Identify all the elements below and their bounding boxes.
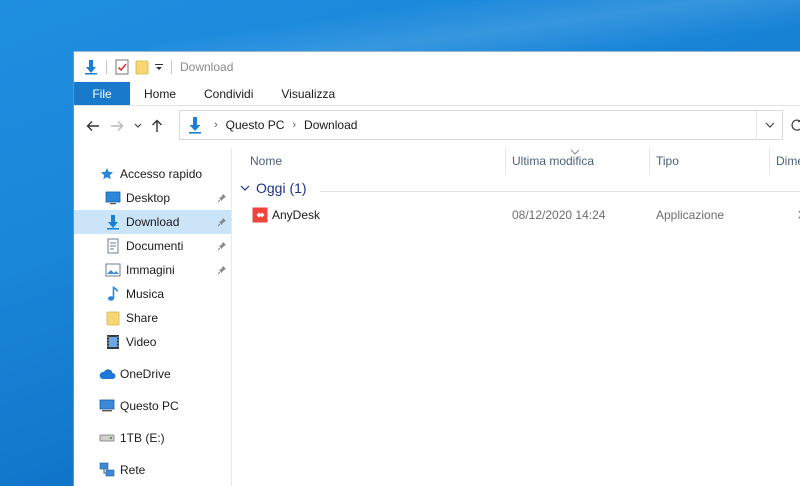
breadcrumb-this-pc[interactable]: Questo PC xyxy=(226,118,285,132)
desktop-icon xyxy=(104,189,122,207)
navigation-pane: Accesso rapido Desktop Download Document… xyxy=(74,148,232,486)
sidebar-item-label: Immagini xyxy=(126,263,175,277)
pin-icon[interactable] xyxy=(217,264,227,278)
cloud-icon xyxy=(98,365,116,383)
breadcrumb-chevron-icon[interactable]: › xyxy=(292,119,296,131)
column-separator[interactable] xyxy=(769,148,770,174)
tab-share[interactable]: Condividi xyxy=(190,82,267,105)
file-modified: 08/12/2020 14:24 xyxy=(512,208,606,222)
folder-icon xyxy=(104,309,122,327)
computer-icon xyxy=(98,397,116,415)
toolbar-separator xyxy=(106,60,107,74)
pin-icon[interactable] xyxy=(217,192,227,206)
sidebar-item-quick-access[interactable]: Accesso rapido xyxy=(74,162,231,186)
documents-icon xyxy=(104,237,122,255)
column-separator[interactable] xyxy=(505,148,506,174)
up-arrow-icon[interactable] xyxy=(148,117,166,135)
sidebar-item-download[interactable]: Download xyxy=(74,210,231,234)
column-separator[interactable] xyxy=(649,148,650,174)
column-header-type[interactable]: Tipo xyxy=(656,148,679,174)
sidebar-item-label: Desktop xyxy=(126,191,171,205)
video-icon xyxy=(104,333,122,351)
title-bar: Download xyxy=(74,52,800,82)
pictures-icon xyxy=(104,261,122,279)
sidebar-item-label: OneDrive xyxy=(120,367,171,381)
forward-arrow-icon[interactable] xyxy=(108,117,126,135)
anydesk-icon xyxy=(252,207,268,226)
column-header-name[interactable]: Nome xyxy=(250,148,282,174)
table-row[interactable]: AnyDesk 08/12/2020 14:24 Applicazione 3 xyxy=(232,204,800,226)
sidebar-item-pictures[interactable]: Immagini xyxy=(74,258,231,282)
sidebar-item-label: 1TB (E:) xyxy=(120,431,165,445)
back-arrow-icon[interactable] xyxy=(84,117,102,135)
sidebar-item-label: Accesso rapido xyxy=(120,167,203,181)
sidebar-item-documents[interactable]: Documenti xyxy=(74,234,231,258)
file-list: Nome Ultima modifica Tipo Dime Oggi (1) … xyxy=(232,148,800,486)
properties-icon[interactable] xyxy=(113,57,131,77)
sidebar-item-desktop[interactable]: Desktop xyxy=(74,186,231,210)
group-label: Oggi (1) xyxy=(256,180,307,196)
address-bar[interactable]: › Questo PC › Download xyxy=(179,110,783,140)
download-folder-icon xyxy=(82,57,100,77)
network-icon xyxy=(98,461,116,479)
sidebar-item-label: Musica xyxy=(126,287,165,301)
pin-icon[interactable] xyxy=(217,240,227,254)
sidebar-item-label: Questo PC xyxy=(120,399,179,413)
new-folder-icon[interactable] xyxy=(133,57,151,77)
download-icon xyxy=(104,213,122,231)
sidebar-item-onedrive[interactable]: OneDrive xyxy=(74,362,231,386)
sidebar-item-video[interactable]: Video xyxy=(74,330,231,354)
tab-view[interactable]: Visualizza xyxy=(267,82,349,105)
file-explorer-window: Download File Home Condividi Visualizza … xyxy=(73,51,800,486)
column-header-modified[interactable]: Ultima modifica xyxy=(512,148,594,174)
sort-chevron-icon xyxy=(570,144,580,158)
column-header-size[interactable]: Dime xyxy=(776,148,800,174)
file-name: AnyDesk xyxy=(272,208,321,222)
sidebar-item-label: Documenti xyxy=(126,239,184,253)
pin-icon[interactable] xyxy=(217,216,227,230)
ribbon-tabs: File Home Condividi Visualizza xyxy=(74,82,800,106)
music-icon xyxy=(104,285,122,303)
download-location-icon xyxy=(184,114,206,136)
sidebar-item-music[interactable]: Musica xyxy=(74,282,231,306)
group-collapse-chevron-icon[interactable] xyxy=(240,185,250,191)
breadcrumb-chevron-icon[interactable]: › xyxy=(214,119,218,131)
group-divider xyxy=(320,191,800,192)
sidebar-item-label: Share xyxy=(126,311,159,325)
drive-icon xyxy=(98,429,116,447)
file-type: Applicazione xyxy=(656,208,725,222)
address-dropdown-icon[interactable] xyxy=(756,111,782,139)
sidebar-item-label: Download xyxy=(126,215,180,229)
window-title: Download xyxy=(180,60,234,74)
breadcrumb-download[interactable]: Download xyxy=(304,118,357,132)
sidebar-item-this-pc[interactable]: Questo PC xyxy=(74,394,231,418)
tab-home[interactable]: Home xyxy=(130,82,190,105)
group-header-today[interactable]: Oggi (1) xyxy=(240,180,307,196)
refresh-icon[interactable] xyxy=(790,118,800,135)
sidebar-item-drive-e[interactable]: 1TB (E:) xyxy=(74,426,231,450)
sidebar-item-label: Video xyxy=(126,335,157,349)
recent-locations-chevron-icon[interactable] xyxy=(132,117,144,135)
sidebar-item-share[interactable]: Share xyxy=(74,306,231,330)
toolbar-separator xyxy=(171,60,172,74)
tab-file[interactable]: File xyxy=(74,82,130,105)
star-icon xyxy=(98,165,116,183)
customize-toolbar-icon[interactable] xyxy=(153,57,165,77)
sidebar-item-network[interactable]: Rete xyxy=(74,458,231,482)
sidebar-item-label: Rete xyxy=(120,463,146,477)
